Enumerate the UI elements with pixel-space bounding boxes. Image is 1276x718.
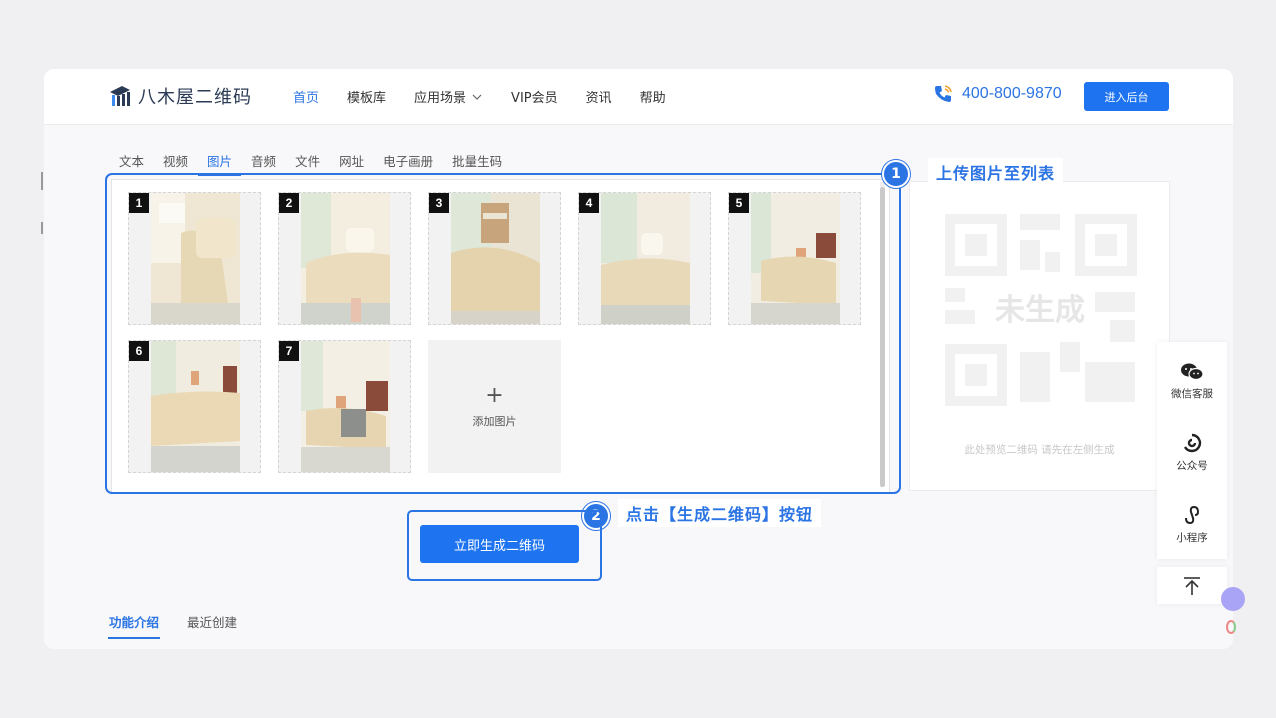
info-tabs: 功能介绍 最近创建 xyxy=(107,612,265,639)
tab-features[interactable]: 功能介绍 xyxy=(107,612,161,639)
step1-callout: 上传图片至列表 xyxy=(928,158,1064,186)
nav-scenarios[interactable]: 应用场景 xyxy=(414,87,483,106)
image-index-badge: 1 xyxy=(129,193,149,213)
wechat-icon xyxy=(1181,363,1204,381)
mini-program-button[interactable]: 小程序 xyxy=(1157,504,1227,545)
floating-assistant-icon[interactable] xyxy=(1221,587,1245,611)
upload-scrollbar[interactable] xyxy=(880,187,885,487)
nav-news[interactable]: 资讯 xyxy=(586,87,612,106)
image-upload-panel: 1 2 3 4 5 6 7 + 添加图片 xyxy=(111,179,890,493)
step2-callout: 点击【生成二维码】按钮 xyxy=(618,499,822,527)
floating-service-panel: 微信客服 公众号 小程序 xyxy=(1157,342,1227,559)
nav-home[interactable]: 首页 xyxy=(293,87,319,106)
image-thumb[interactable]: 4 xyxy=(578,192,711,325)
phone-icon xyxy=(935,85,952,102)
step1-number-badge: 1 xyxy=(882,160,910,188)
sofa-photo xyxy=(151,341,240,472)
nav-templates[interactable]: 模板库 xyxy=(347,87,386,106)
page-card: 八木屋二维码 首页 模板库 应用场景 VIP会员 资讯 帮助 400-800-9… xyxy=(44,69,1233,649)
add-image-button[interactable]: + 添加图片 xyxy=(428,340,561,473)
chevron-down-icon xyxy=(472,94,482,100)
tab-image[interactable]: 图片 xyxy=(198,151,242,176)
image-index-badge: 4 xyxy=(579,193,599,213)
svg-text:未生成: 未生成 xyxy=(995,293,1085,328)
official-account-button[interactable]: 公众号 xyxy=(1157,432,1227,473)
tab-recent[interactable]: 最近创建 xyxy=(187,612,237,637)
image-index-badge: 6 xyxy=(129,341,149,361)
sofa-photo xyxy=(301,193,390,324)
image-thumb[interactable]: 3 xyxy=(428,192,561,325)
sofa-photo xyxy=(151,193,240,324)
site-logo[interactable]: 八木屋二维码 xyxy=(108,83,252,109)
edge-mark xyxy=(41,222,43,234)
nav-help[interactable]: 帮助 xyxy=(640,87,666,106)
nav-vip[interactable]: VIP会员 xyxy=(511,87,558,106)
sofa-photo xyxy=(601,193,690,324)
tab-text[interactable]: 文本 xyxy=(119,151,144,175)
official-account-icon xyxy=(1183,433,1202,453)
qr-preview-panel: 未生成 此处预览二维码 请先在左侧生成 xyxy=(909,181,1170,491)
qr-preview-hint: 此处预览二维码 请先在左侧生成 xyxy=(964,444,1115,456)
image-index-badge: 7 xyxy=(279,341,299,361)
add-image-label: 添加图片 xyxy=(472,414,517,428)
enter-dashboard-button[interactable]: 进入后台 xyxy=(1084,82,1169,111)
edge-mark xyxy=(41,172,43,190)
top-header: 八木屋二维码 首页 模板库 应用场景 VIP会员 资讯 帮助 400-800-9… xyxy=(44,69,1233,125)
image-thumb[interactable]: 6 xyxy=(128,340,261,473)
image-thumb[interactable]: 2 xyxy=(278,192,411,325)
hotline: 400-800-9870 xyxy=(932,83,1062,105)
official-account-label: 公众号 xyxy=(1176,460,1208,472)
wechat-service-button[interactable]: 微信客服 xyxy=(1157,362,1227,401)
tab-batch[interactable]: 批量生码 xyxy=(452,151,502,175)
image-index-badge: 2 xyxy=(279,193,299,213)
image-index-badge: 5 xyxy=(729,193,749,213)
content-type-tabs: 文本 视频 图片 音频 文件 网址 电子画册 批量生码 xyxy=(119,151,521,176)
tab-file[interactable]: 文件 xyxy=(295,151,320,175)
sofa-photo xyxy=(751,193,840,324)
floating-widget-icon[interactable] xyxy=(1226,620,1236,634)
image-thumb[interactable]: 1 xyxy=(128,192,261,325)
step2-number-badge: 2 xyxy=(582,502,610,530)
sofa-photo xyxy=(301,341,390,472)
plus-icon: + xyxy=(485,382,504,408)
tab-url[interactable]: 网址 xyxy=(339,151,364,175)
tab-ebook[interactable]: 电子画册 xyxy=(383,151,433,175)
image-index-badge: 3 xyxy=(429,193,449,213)
image-thumb[interactable]: 7 xyxy=(278,340,411,473)
tab-audio[interactable]: 音频 xyxy=(251,151,276,175)
wechat-service-label: 微信客服 xyxy=(1171,388,1213,400)
sofa-photo xyxy=(451,193,540,324)
generate-qr-button[interactable]: 立即生成二维码 xyxy=(420,525,579,563)
logo-text: 八木屋二维码 xyxy=(138,87,252,108)
image-thumb[interactable]: 5 xyxy=(728,192,861,325)
back-to-top-button[interactable] xyxy=(1157,567,1227,604)
phone-number: 400-800-9870 xyxy=(962,85,1062,102)
logo-icon xyxy=(110,86,130,106)
mini-program-icon xyxy=(1185,505,1200,525)
mini-program-label: 小程序 xyxy=(1176,532,1208,544)
arrow-up-icon xyxy=(1184,577,1200,595)
qr-placeholder-icon: 未生成 xyxy=(945,214,1137,406)
tab-video[interactable]: 视频 xyxy=(163,151,188,175)
nav-scenarios-label: 应用场景 xyxy=(414,91,467,106)
main-nav: 首页 模板库 应用场景 VIP会员 资讯 帮助 xyxy=(293,69,694,124)
